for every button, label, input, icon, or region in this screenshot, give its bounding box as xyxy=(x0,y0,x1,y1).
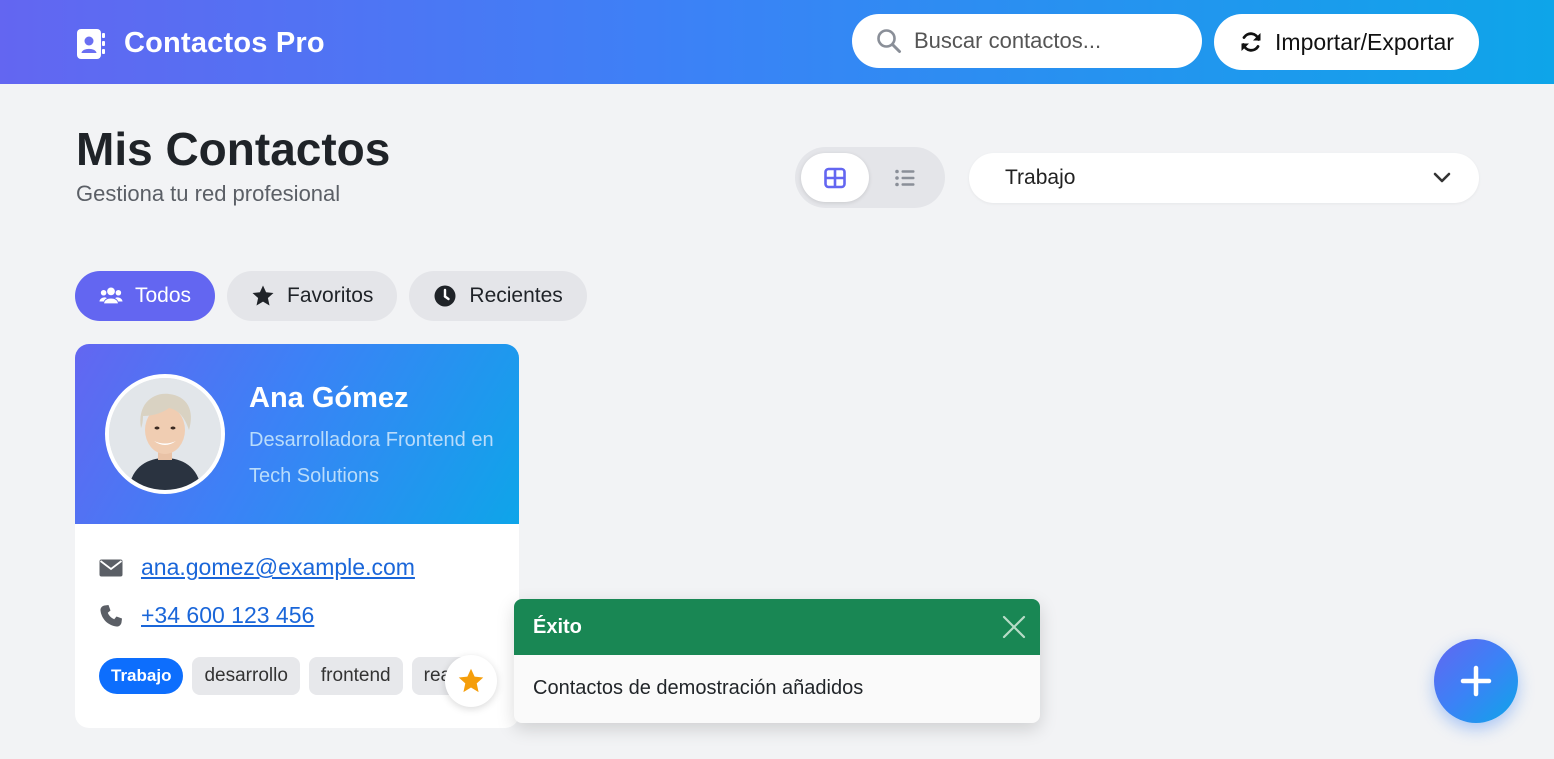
contact-card[interactable]: Ana Gómez Desarrolladora Frontend en Tec… xyxy=(75,344,519,728)
search-input[interactable] xyxy=(914,28,1184,54)
contact-email-row: ana.gomez@example.com xyxy=(99,554,415,581)
star-icon xyxy=(458,668,484,693)
contact-card-header: Ana Gómez Desarrolladora Frontend en Tec… xyxy=(75,344,519,524)
page-title: Mis Contactos xyxy=(76,123,391,175)
star-icon xyxy=(252,285,274,306)
filter-favorites[interactable]: Favoritos xyxy=(227,271,398,321)
filter-recent[interactable]: Recientes xyxy=(409,271,587,321)
tag: desarrollo xyxy=(192,657,300,695)
list-view-button[interactable] xyxy=(871,153,939,202)
import-export-button[interactable]: Importar/Exportar xyxy=(1214,14,1479,70)
import-export-label: Importar/Exportar xyxy=(1275,28,1454,55)
contact-role: Desarrolladora Frontend en Tech Solution… xyxy=(249,429,494,487)
favorite-button[interactable] xyxy=(445,655,497,707)
address-book-icon xyxy=(77,28,105,59)
tag: frontend xyxy=(308,657,403,695)
brand[interactable]: Contactos Pro xyxy=(76,27,325,60)
toast-message: Contactos de demostración añadidos xyxy=(533,677,864,699)
contact-phone-link[interactable]: +34 600 123 456 xyxy=(141,602,314,629)
filter-all-label: Todos xyxy=(135,284,192,307)
clock-icon xyxy=(434,285,456,307)
search-box[interactable] xyxy=(852,14,1202,68)
sync-icon xyxy=(1241,32,1261,52)
contact-name: Ana Gómez xyxy=(249,382,409,414)
contact-email-link[interactable]: ana.gomez@example.com xyxy=(141,554,415,581)
avatar-photo xyxy=(109,378,221,490)
search-icon xyxy=(877,29,901,53)
list-icon xyxy=(895,169,915,186)
envelope-icon xyxy=(99,559,123,576)
toast-title: Éxito xyxy=(533,615,582,638)
category-select[interactable]: Trabajo xyxy=(969,153,1479,203)
add-contact-button[interactable] xyxy=(1434,639,1518,723)
close-icon xyxy=(1002,615,1026,639)
chevron-down-icon xyxy=(1433,172,1451,183)
filter-all[interactable]: Todos xyxy=(75,271,216,321)
view-toggle xyxy=(795,147,945,208)
category-select-value: Trabajo xyxy=(1005,166,1076,189)
toast-close-button[interactable] xyxy=(1000,613,1028,641)
app-title: Contactos Pro xyxy=(124,27,325,59)
contact-phone-row: +34 600 123 456 xyxy=(99,602,314,629)
avatar xyxy=(105,374,225,494)
success-toast: Éxito Contactos de demostración añadidos xyxy=(514,599,1040,723)
users-icon xyxy=(99,287,123,304)
filter-recent-label: Recientes xyxy=(469,284,563,307)
toast-header: Éxito xyxy=(514,599,1040,655)
tag-category: Trabajo xyxy=(99,658,184,694)
plus-icon xyxy=(1460,665,1492,697)
page-subtitle: Gestiona tu red profesional xyxy=(76,181,341,206)
top-navbar: Contactos Pro Importar/Exportar xyxy=(0,0,1554,84)
grid-view-button[interactable] xyxy=(801,153,869,202)
phone-icon xyxy=(100,604,122,627)
filter-favorites-label: Favoritos xyxy=(287,284,374,307)
filter-tabs: Todos Favoritos Recientes xyxy=(75,271,587,321)
grid-icon xyxy=(824,167,846,188)
